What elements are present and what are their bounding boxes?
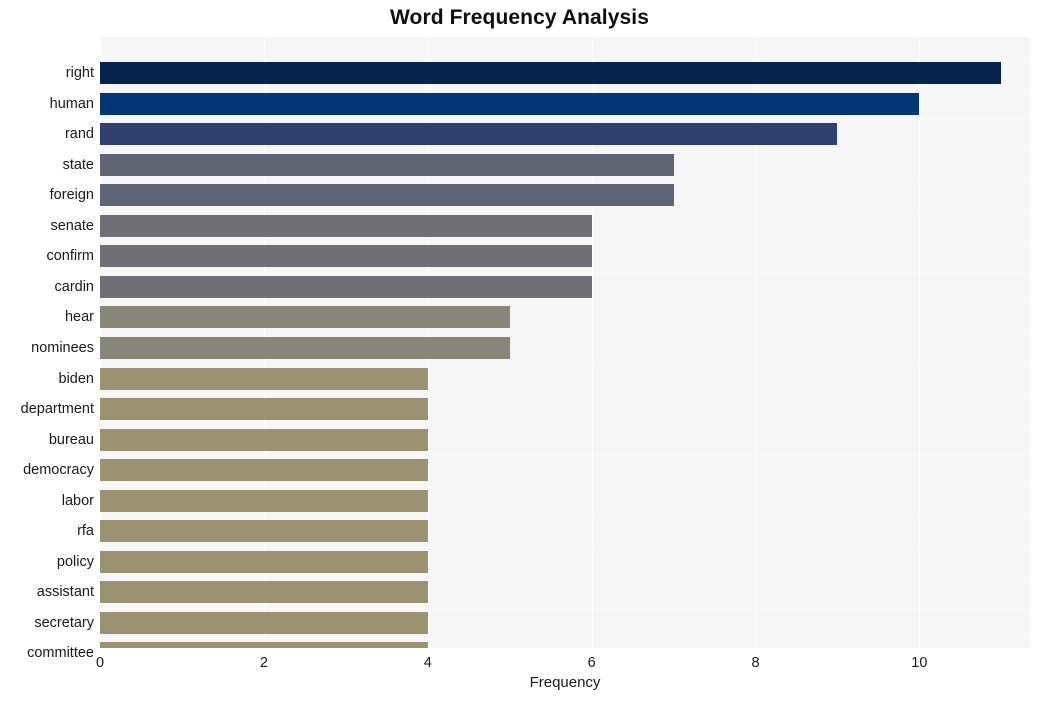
- y-tick-label-foreign: foreign: [49, 187, 94, 204]
- y-gridline: [100, 302, 1030, 304]
- bar: [100, 214, 592, 237]
- y-gridline: [100, 394, 1030, 396]
- y-tick-label-assistant: assistant: [36, 584, 94, 601]
- y-gridline: [100, 241, 1030, 243]
- y-gridline: [100, 577, 1030, 579]
- bar: [100, 306, 510, 329]
- plot-area: [100, 37, 1030, 648]
- y-gridline: [100, 607, 1030, 609]
- y-gridline: [100, 271, 1030, 273]
- y-tick-label-secretary: secretary: [34, 614, 94, 631]
- bar: [100, 581, 428, 604]
- y-gridline: [100, 58, 1030, 59]
- y-tick-label-right: right: [65, 65, 94, 81]
- bar: [100, 92, 920, 115]
- bar: [100, 428, 428, 451]
- y-gridline: [100, 546, 1030, 548]
- bar: [100, 550, 428, 573]
- y-gridline: [100, 332, 1030, 334]
- y-tick-label-confirm: confirm: [46, 248, 94, 265]
- y-gridline: [100, 485, 1030, 487]
- bar: [100, 123, 838, 146]
- y-axis-tick-labels: right human rand state foreign senate confirm c…: [0, 37, 95, 661]
- y-tick-label-hear: hear: [64, 309, 94, 326]
- x-axis-title: Frequency: [529, 674, 601, 691]
- y-gridline: [100, 88, 1030, 90]
- y-tick-label-democracy: democracy: [23, 462, 94, 479]
- x-tick-label-8: 8: [751, 655, 760, 671]
- y-gridline: [100, 516, 1030, 518]
- y-tick-label-policy: policy: [56, 553, 94, 570]
- x-tick-label-4: 4: [423, 655, 432, 671]
- y-gridline: [100, 455, 1030, 457]
- bar: [100, 153, 674, 176]
- bar: [100, 367, 428, 390]
- x-tick-label-0: 0: [95, 655, 105, 671]
- bar: [100, 520, 428, 543]
- y-gridline: [100, 180, 1030, 182]
- y-gridline: [100, 424, 1030, 426]
- bar: [100, 611, 428, 634]
- y-tick-label-labor: labor: [61, 492, 94, 509]
- word-frequency-chart: Word Frequency Analysis right human rand st…: [0, 0, 1039, 701]
- x-tick-label-2: 2: [259, 655, 268, 671]
- y-tick-label-nominees: nominees: [31, 339, 94, 356]
- y-tick-label-senate: senate: [50, 217, 94, 234]
- bar: [100, 336, 510, 359]
- y-tick-label-state: state: [62, 156, 94, 173]
- y-tick-label-committee: committee: [27, 645, 94, 662]
- y-tick-label-biden: biden: [58, 370, 94, 387]
- y-tick-label-human: human: [49, 95, 94, 112]
- y-gridline: [100, 363, 1030, 365]
- y-gridline: [100, 119, 1030, 121]
- y-tick-label-rfa: rfa: [77, 523, 94, 540]
- bar: [100, 184, 674, 207]
- bar: [100, 275, 592, 298]
- y-tick-label-department: department: [20, 401, 94, 418]
- y-gridline: [100, 149, 1030, 151]
- bar: [100, 62, 1002, 84]
- bar: [100, 398, 428, 421]
- y-tick-label-rand: rand: [64, 126, 94, 143]
- y-tick-label-cardin: cardin: [54, 278, 95, 295]
- bar: [100, 245, 592, 268]
- bar: [100, 459, 428, 482]
- y-gridline: [100, 638, 1030, 640]
- y-tick-label-bureau: bureau: [48, 431, 94, 448]
- bar: [100, 489, 428, 512]
- y-gridline: [100, 210, 1030, 212]
- chart-title: Word Frequency Analysis: [389, 6, 650, 29]
- x-gridline: [919, 37, 921, 648]
- x-tick-label-10: 10: [911, 655, 928, 671]
- x-tick-label-6: 6: [587, 655, 596, 671]
